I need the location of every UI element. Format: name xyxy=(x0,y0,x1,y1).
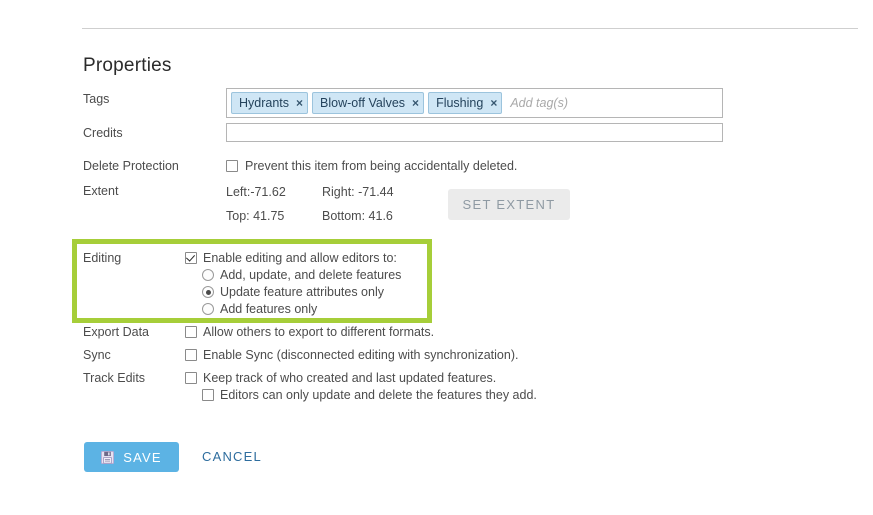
sync-label: Sync xyxy=(83,348,111,362)
properties-page: Properties Tags Hydrants × Blow-off Valv… xyxy=(0,0,873,515)
editing-label: Editing xyxy=(83,251,122,265)
set-extent-button[interactable]: SET EXTENT xyxy=(448,189,570,220)
delete-protection-checkbox-label[interactable]: Prevent this item from being accidentall… xyxy=(245,159,517,173)
track-edits-checkbox-label[interactable]: Keep track of who created and last updat… xyxy=(203,371,496,385)
page-title: Properties xyxy=(83,54,172,76)
credits-input[interactable] xyxy=(226,123,723,142)
enable-editing-checkbox[interactable] xyxy=(185,252,197,264)
track-edits-label: Track Edits xyxy=(83,371,146,385)
enable-editing-label[interactable]: Enable editing and allow editors to: xyxy=(203,251,397,265)
extent-label: Extent xyxy=(83,184,119,198)
tag-label: Blow-off Valves xyxy=(320,96,406,110)
editing-option-radio-add-update-delete[interactable] xyxy=(202,269,214,281)
editing-option-label-update-attributes[interactable]: Update feature attributes only xyxy=(220,285,384,299)
extent-left-value: Left:-71.62 xyxy=(226,185,286,199)
tags-placeholder[interactable]: Add tag(s) xyxy=(510,96,568,110)
tag-label: Hydrants xyxy=(239,96,290,110)
export-data-checkbox[interactable] xyxy=(185,326,197,338)
tag-pill[interactable]: Hydrants × xyxy=(231,92,309,114)
credits-label: Credits xyxy=(83,126,123,140)
tag-remove-icon[interactable]: × xyxy=(296,97,303,109)
save-button-label: SAVE xyxy=(123,449,162,465)
editing-option-radio-update-attributes[interactable] xyxy=(202,286,214,298)
extent-bottom-value: Bottom: 41.6 xyxy=(322,209,393,223)
tags-input[interactable]: Hydrants × Blow-off Valves × Flushing × … xyxy=(226,88,723,118)
export-data-checkbox-label[interactable]: Allow others to export to different form… xyxy=(203,325,434,339)
floppy-disk-icon xyxy=(101,450,115,464)
sync-checkbox-label[interactable]: Enable Sync (disconnected editing with s… xyxy=(203,348,518,362)
track-edits-checkbox[interactable] xyxy=(185,372,197,384)
tags-label: Tags xyxy=(83,92,110,106)
track-edits-sub-checkbox[interactable] xyxy=(202,389,214,401)
tag-remove-icon[interactable]: × xyxy=(412,97,419,109)
export-data-label: Export Data xyxy=(83,325,150,339)
extent-right-value: Right: -71.44 xyxy=(322,185,394,199)
extent-top-value: Top: 41.75 xyxy=(226,209,285,223)
editing-option-label-add-only[interactable]: Add features only xyxy=(220,302,317,316)
editing-option-radio-add-only[interactable] xyxy=(202,303,214,315)
tag-label: Flushing xyxy=(436,96,484,110)
tag-remove-icon[interactable]: × xyxy=(490,97,497,109)
header-divider xyxy=(82,28,858,29)
editing-option-label-add-update-delete[interactable]: Add, update, and delete features xyxy=(220,268,401,282)
sync-checkbox[interactable] xyxy=(185,349,197,361)
delete-protection-label: Delete Protection xyxy=(83,159,179,173)
cancel-button[interactable]: CANCEL xyxy=(202,449,262,464)
delete-protection-checkbox[interactable] xyxy=(226,160,238,172)
tag-pill[interactable]: Flushing × xyxy=(428,92,503,114)
tag-pill[interactable]: Blow-off Valves × xyxy=(312,92,425,114)
track-edits-sub-checkbox-label[interactable]: Editors can only update and delete the f… xyxy=(220,388,537,402)
save-button[interactable]: SAVE xyxy=(84,442,179,472)
